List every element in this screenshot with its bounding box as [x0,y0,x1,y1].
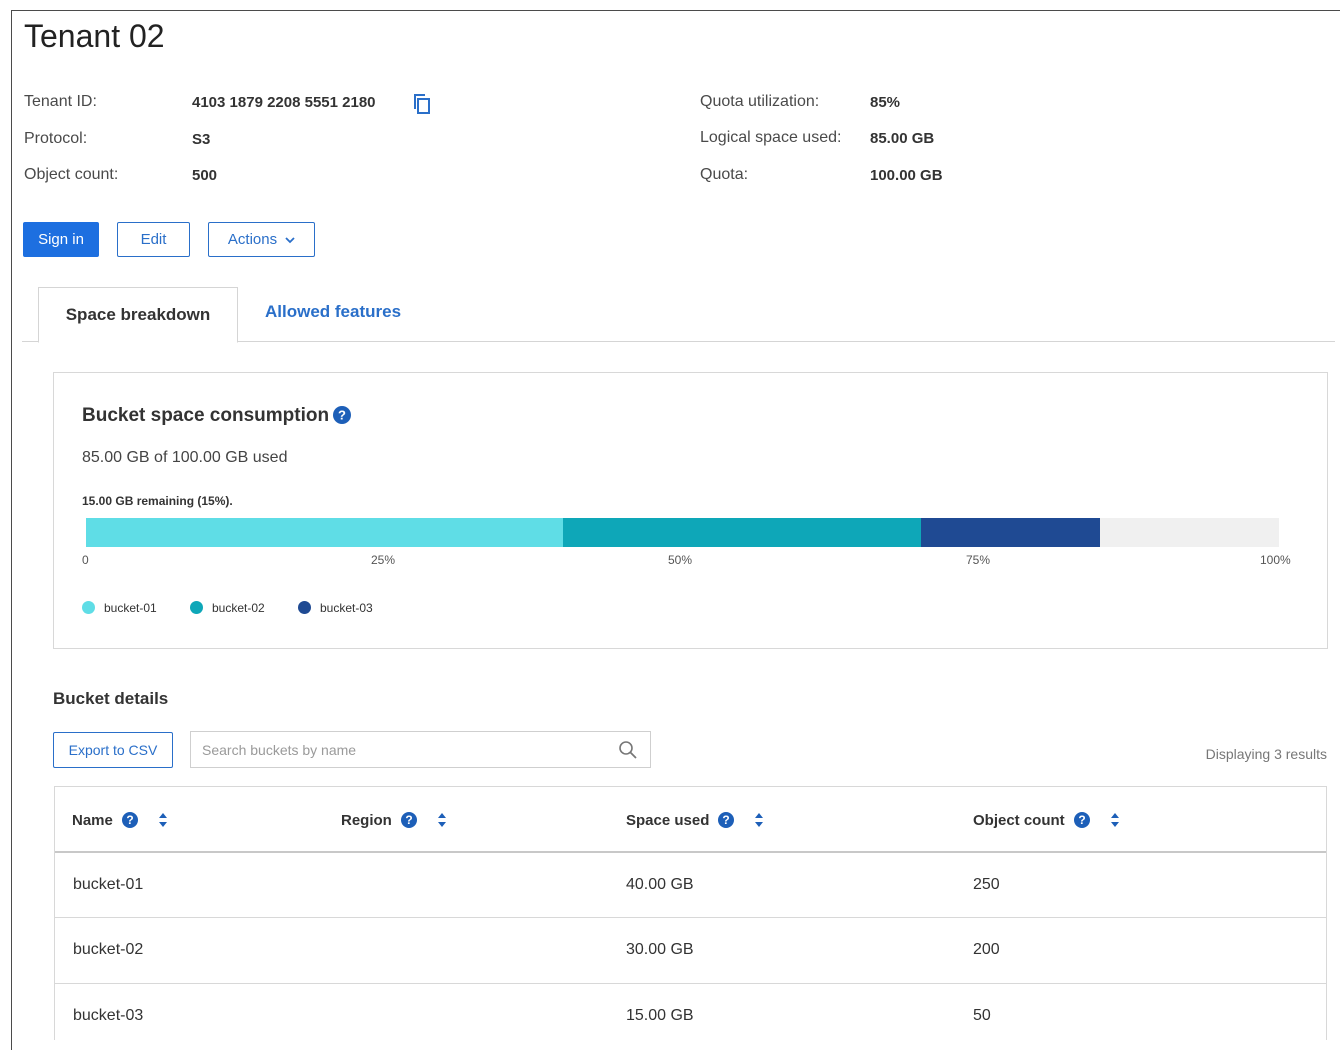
axis-tick: 0 [82,553,89,567]
used-summary: 85.00 GB of 100.00 GB used [82,449,288,466]
logical-space-used-value: 85.00 GB [870,130,935,147]
bucket-details-title: Bucket details [53,689,169,708]
search-input[interactable]: Search buckets by name [202,742,356,758]
column-header-region[interactable]: Region ? [341,811,448,829]
export-csv-button[interactable]: Export to CSV [53,732,173,768]
object-count-label: Object count: [24,166,119,183]
consumption-title-text: Bucket space consumption [82,405,330,426]
usage-segment-bucket-03[interactable] [921,518,1101,547]
column-label: Name [72,811,113,829]
tab-space-breakdown[interactable]: Space breakdown [38,287,238,343]
legend-swatch-bucket-03 [298,601,311,614]
sign-in-button[interactable]: Sign in [23,222,99,257]
chevron-down-icon [285,236,295,243]
usage-bar [86,518,1279,547]
quota-value: 100.00 GB [870,167,943,184]
edit-button[interactable]: Edit [117,222,190,257]
quota-label: Quota: [700,166,749,183]
search-buckets-field[interactable]: Search buckets by name [190,731,651,768]
object-count-value: 500 [192,167,218,184]
svg-text:?: ? [338,408,346,423]
sort-icon[interactable] [436,812,448,828]
table-header-divider [55,851,1326,853]
legend-label-bucket-03: bucket-03 [320,601,373,615]
protocol-label: Protocol: [24,130,88,147]
legend-swatch-bucket-02 [190,601,203,614]
tab-allowed-features[interactable]: Allowed features [265,302,401,322]
column-header-space-used[interactable]: Space used ? [626,811,765,829]
sort-icon[interactable] [1109,812,1121,828]
cell-bucket-name: bucket-01 [73,876,144,893]
protocol-value: S3 [192,131,211,148]
legend-label-bucket-01: bucket-01 [104,601,157,615]
help-icon[interactable]: ? [1073,811,1091,829]
quota-utilization-label: Quota utilization: [700,93,820,110]
cell-object-count: 250 [973,876,1000,893]
cell-space-used: 30.00 GB [626,941,694,958]
results-count: Displaying 3 results [1205,746,1327,762]
axis-tick: 75% [966,553,991,567]
cell-bucket-name: bucket-02 [73,941,144,958]
axis-tick: 25% [371,553,396,567]
quota-utilization-value: 85% [870,94,901,111]
logical-space-used-label: Logical space used: [700,129,842,146]
cell-space-used: 40.00 GB [626,876,694,893]
axis-tick: 50% [668,553,693,567]
help-icon[interactable]: ? [333,406,351,424]
column-label: Space used [626,811,710,829]
page-title: Tenant 02 [24,18,165,54]
remaining-summary: 15.00 GB remaining (15%). [82,494,233,508]
tenant-id-label: Tenant ID: [24,93,97,110]
consumption-title: Bucket space consumption [82,405,329,427]
tenant-id-value: 4103 1879 2208 5551 2180 [192,94,376,111]
help-icon[interactable]: ? [400,811,418,829]
sort-icon[interactable] [157,812,169,828]
cell-object-count: 200 [973,941,1000,958]
row-divider [55,983,1326,984]
column-label: Object count [973,811,1065,829]
svg-text:?: ? [1078,813,1085,827]
svg-text:?: ? [405,813,412,827]
usage-segment-bucket-01[interactable] [86,518,564,547]
svg-text:?: ? [126,813,133,827]
legend-label-bucket-02: bucket-02 [212,601,265,615]
actions-button[interactable]: Actions [208,222,315,257]
cell-space-used: 15.00 GB [626,1007,694,1024]
help-icon[interactable]: ? [717,811,735,829]
cell-object-count: 50 [973,1007,991,1024]
column-header-object-count[interactable]: Object count ? [973,811,1121,829]
help-icon[interactable]: ? [121,811,139,829]
actions-label: Actions [227,231,278,248]
column-header-name[interactable]: Name ? [72,811,169,829]
copy-icon[interactable] [412,93,432,115]
legend-swatch-bucket-01 [82,601,95,614]
column-label: Region [341,811,392,829]
row-divider [55,917,1326,918]
usage-segment-bucket-02[interactable] [563,518,922,547]
axis-tick: 100% [1260,553,1291,567]
cell-bucket-name: bucket-03 [73,1007,144,1024]
svg-text:?: ? [723,813,730,827]
search-icon[interactable] [618,740,638,760]
sort-icon[interactable] [753,812,765,828]
